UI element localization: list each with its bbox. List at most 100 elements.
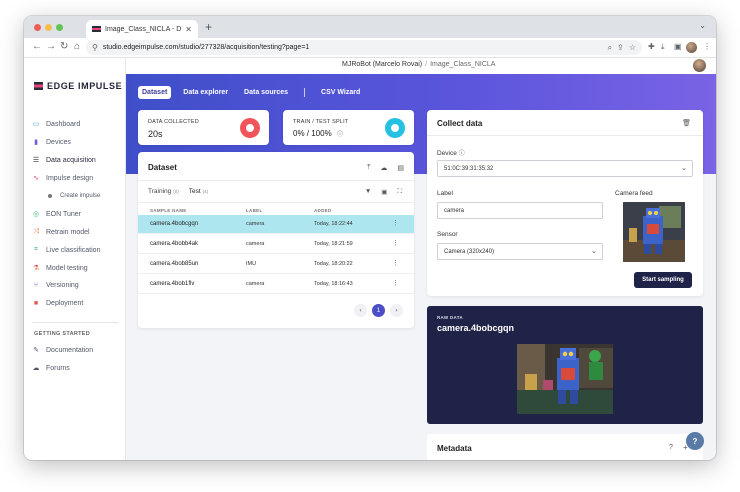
sidebar-item-retrain-model[interactable]: ⤨ Retrain model [32, 228, 89, 236]
data-collected-card: DATA COLLECTED 20s [138, 110, 269, 145]
sample-label: IMU [246, 261, 257, 267]
info-icon[interactable]: ⓘ [337, 132, 343, 138]
bookmark-star-icon[interactable]: ☆ [629, 43, 636, 52]
breadcrumb-user[interactable]: MJRoBot (Marcelo Rovai) [342, 61, 422, 68]
row-menu-icon[interactable]: ⋮ [392, 219, 399, 227]
sidebar-item-create-impulse[interactable]: Create impulse [48, 193, 100, 199]
close-tab-icon[interactable]: ✕ [185, 25, 192, 34]
sidepanel-icon[interactable]: ▣ [674, 42, 682, 51]
avatar[interactable] [693, 59, 706, 72]
sample-added: Today, 18:22:44 [314, 221, 353, 227]
extensions-icon[interactable]: ✚ [648, 42, 655, 51]
breadcrumb-project[interactable]: Image_Class_NICLA [430, 61, 495, 68]
tab-data-explorer[interactable]: Data explorer [179, 86, 232, 99]
export-file-icon[interactable]: ▤ [397, 164, 404, 172]
forward-arrow-icon[interactable]: → [46, 41, 56, 53]
tab-dataset[interactable]: Dataset [138, 86, 172, 99]
browser-tab[interactable]: Image_Class_NICLA - Da ✕ [86, 20, 198, 38]
sample-name: camera.4bob85un [150, 261, 199, 267]
new-tab-icon[interactable]: + [205, 20, 212, 34]
tab-csv-wizard[interactable]: CSV Wizard [317, 86, 364, 99]
device-select[interactable]: 51:0C:39:31:35:32 ⌄ [437, 160, 693, 177]
prev-page-button[interactable]: ‹ [354, 304, 367, 317]
tab-test[interactable]: Test (4) [189, 188, 208, 195]
close-window-dot[interactable] [34, 24, 41, 31]
sidebar-item-label: Forums [46, 364, 70, 372]
table-row[interactable]: camera.4bob1flv camera Today, 18:16:43 ⋮ [138, 275, 414, 294]
sample-added: Today, 18:20:22 [314, 261, 353, 267]
back-arrow-icon[interactable]: ← [32, 41, 42, 53]
help-button[interactable]: ? [686, 432, 704, 450]
dataset-filter-actions: ▼ ▣ ⛶ [365, 188, 402, 196]
page-1-button[interactable]: 1 [372, 304, 385, 317]
home-icon[interactable]: ⌂ [74, 41, 80, 53]
table-row[interactable]: camera.4bobcgqn camera Today, 18:22:44 ⋮ [138, 215, 414, 234]
share-icon[interactable]: ⇪ [617, 43, 624, 52]
sensor-select-value: Camera (320x240) [444, 248, 495, 255]
table-row[interactable]: camera.4bob85un IMU Today, 18:20:22 ⋮ [138, 255, 414, 274]
row-menu-icon[interactable]: ⋮ [392, 239, 399, 247]
collect-data-title: Collect data [437, 119, 483, 128]
sidebar-item-label: Impulse design [46, 174, 94, 182]
start-sampling-button[interactable]: Start sampling [634, 272, 692, 288]
filter-icon[interactable]: ▼ [365, 188, 371, 196]
tab-training[interactable]: Training (0) [148, 188, 179, 195]
column-header-added[interactable]: ADDED [314, 208, 332, 213]
metadata-title: Metadata [437, 444, 472, 453]
book-icon: ✎ [33, 347, 39, 354]
data-collected-label: DATA COLLECTED [148, 119, 199, 125]
raw-data-panel: RAW DATA camera.4bobcgqn [427, 306, 703, 424]
download-icon[interactable]: ⤓ [661, 42, 665, 52]
sidebar-item-dashboard[interactable]: ▭ Dashboard [32, 120, 81, 129]
monitor-icon: ▭ [32, 121, 40, 128]
sidebar-item-live-classification[interactable]: ⌗ Live classification [32, 246, 100, 254]
sidebar-item-deployment[interactable]: ■ Deployment [32, 300, 83, 307]
site-settings-icon[interactable]: ⚲ [92, 43, 98, 52]
sidebar-item-versioning[interactable]: ⑂ Versioning [32, 282, 79, 289]
metadata-help-icon[interactable]: ? [669, 444, 673, 451]
zoom-window-dot[interactable] [56, 24, 63, 31]
sidebar-item-devices[interactable]: ▮ Devices [32, 138, 71, 147]
sidebar-item-model-testing[interactable]: ⚗ Model testing [32, 264, 88, 273]
browser-menu-icon[interactable]: ⋮ [703, 42, 711, 51]
sidebar-item-impulse-design[interactable]: ∿ Impulse design [32, 174, 94, 183]
device-select-value: 51:0C:39:31:35:32 [444, 165, 494, 172]
row-menu-icon[interactable]: ⋮ [392, 259, 399, 267]
branch-icon: ⑂ [33, 282, 39, 289]
divider [138, 202, 414, 203]
address-bar: ← → ↻ ⌂ ⚲ studio.edgeimpulse.com/studio/… [24, 38, 716, 58]
sample-name: camera.4bobcgqn [150, 221, 199, 227]
reload-icon[interactable]: ↻ [60, 41, 68, 53]
trash-icon[interactable]: 🗑 [682, 119, 691, 127]
sidebar-item-data-acquisition[interactable]: ☰ Data acquisition [32, 156, 96, 165]
cloud-upload-icon[interactable]: ☁ [380, 164, 387, 172]
zoom-icon[interactable]: ⌕ [608, 43, 612, 53]
tab-data-sources[interactable]: Data sources [240, 86, 292, 99]
sample-label: camera [246, 221, 265, 227]
robot-toy-photo [517, 344, 613, 414]
minimize-window-dot[interactable] [45, 24, 52, 31]
profile-avatar[interactable] [686, 42, 697, 53]
logo[interactable]: EDGE IMPULSE [34, 81, 122, 91]
expand-icon[interactable]: ⛶ [397, 188, 402, 196]
column-header-sample-name[interactable]: SAMPLE NAME [150, 208, 187, 213]
row-menu-icon[interactable]: ⋮ [392, 279, 399, 287]
sidebar-item-eon-tuner[interactable]: ◎ EON Tuner [32, 210, 81, 219]
sidebar-item-forums[interactable]: ☁ Forums [32, 364, 70, 373]
sensor-select[interactable]: Camera (320x240) ⌄ [437, 243, 603, 260]
edge-impulse-logo-icon [34, 82, 43, 90]
column-header-label[interactable]: LABEL [246, 208, 263, 213]
label-input[interactable]: camera [437, 202, 603, 219]
info-icon[interactable]: ⓘ [459, 151, 465, 157]
select-all-icon[interactable]: ▣ [381, 188, 387, 196]
table-row[interactable]: camera.4bobb4ak camera Today, 18:21:59 ⋮ [138, 235, 414, 254]
url-field[interactable]: ⚲ studio.edgeimpulse.com/studio/277328/a… [86, 40, 642, 55]
sidebar-item-documentation[interactable]: ✎ Documentation [32, 346, 93, 355]
browser-window: Image_Class_NICLA - Da ✕ + ⌄ ← → ↻ ⌂ ⚲ s… [24, 16, 716, 460]
next-page-button[interactable]: › [390, 304, 403, 317]
getting-started-heading: GETTING STARTED [34, 331, 91, 337]
tab-list-chevron-icon[interactable]: ⌄ [699, 21, 706, 30]
data-collected-ring-icon [240, 118, 260, 138]
upload-icon[interactable]: ⤒ [367, 164, 370, 172]
label-input-value: camera [444, 207, 465, 214]
